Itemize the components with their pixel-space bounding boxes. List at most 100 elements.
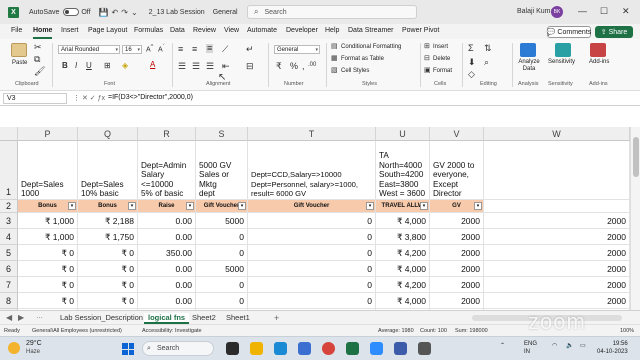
maximize-icon[interactable]: ☐ (600, 6, 608, 17)
table-cell[interactable]: ₹ 4,200 (376, 277, 430, 293)
zoom-level[interactable]: 100% (620, 328, 634, 334)
analyze-data-icon[interactable] (520, 43, 536, 57)
table-cell[interactable]: 2000 (484, 277, 630, 293)
delete-cells-button[interactable]: Delete (433, 56, 450, 62)
sheet-tab-logical-fns[interactable]: logical fns (144, 313, 190, 324)
table-cell[interactable]: ₹ 4,000 (376, 293, 430, 309)
tab-automate[interactable]: Automate (247, 27, 277, 34)
column-header-v[interactable]: V (430, 127, 484, 141)
paste-icon[interactable] (11, 43, 27, 57)
row-header-4[interactable]: 4 (0, 229, 18, 245)
table-cell[interactable]: 0.00 (138, 261, 196, 277)
app-icon[interactable] (418, 342, 431, 355)
description-cell-p1[interactable]: Dept=Sales 1000 (18, 141, 78, 200)
table-cell[interactable]: 2000 (484, 229, 630, 245)
search-input[interactable]: ⌕ Search (247, 5, 417, 19)
filter-dropdown-icon[interactable]: ▾ (238, 202, 246, 210)
merge-center-icon[interactable]: ⊟ (246, 62, 254, 71)
tab-file[interactable]: File (11, 27, 22, 34)
cell-styles-button[interactable]: Cell Styles (341, 68, 369, 74)
table-cell[interactable]: ₹ 0 (78, 245, 138, 261)
store-icon[interactable] (298, 342, 311, 355)
column-header-r[interactable]: R (138, 127, 196, 141)
wrap-text-icon[interactable]: ↵ (246, 45, 254, 54)
table-cell[interactable]: 0 (248, 277, 376, 293)
table-cell[interactable]: ₹ 0 (18, 245, 78, 261)
filter-dropdown-icon[interactable]: ▾ (474, 202, 482, 210)
minimize-icon[interactable]: — (578, 6, 587, 16)
table-cell[interactable]: 0.00 (138, 293, 196, 309)
align-bottom-icon[interactable]: ≡ (206, 44, 214, 53)
decimal-icon[interactable]: .00 (308, 62, 316, 68)
table-cell[interactable]: ₹ 4,000 (376, 261, 430, 277)
table-cell[interactable]: 0.00 (138, 277, 196, 293)
description-cell-s1[interactable]: 5000 GV Sales or Mktg dept (196, 141, 248, 200)
copy-icon[interactable]: ⧉ (34, 55, 40, 64)
table-cell[interactable]: ₹ 0 (18, 293, 78, 309)
column-header-s[interactable]: S (196, 127, 248, 141)
clear-icon[interactable]: ◇ (468, 70, 475, 79)
table-cell[interactable]: 350.00 (138, 245, 196, 261)
tab-insert[interactable]: Insert (61, 27, 79, 34)
row-header-2[interactable]: 2 (0, 200, 18, 213)
vertical-scrollbar[interactable] (630, 127, 640, 310)
font-color-icon[interactable]: A (150, 61, 155, 69)
table-cell[interactable]: ₹ 1,750 (78, 229, 138, 245)
sort-filter-icon[interactable]: ⇅ (484, 44, 492, 53)
weather-icon[interactable] (8, 342, 20, 354)
table-header-r[interactable]: Raise ▾ (138, 200, 196, 213)
table-cell[interactable]: 2000 (430, 213, 484, 229)
row-header-3[interactable]: 3 (0, 213, 18, 229)
tab-home[interactable]: Home (33, 27, 53, 39)
description-cell-v1[interactable]: GV 2000 to everyone, Except Director (430, 141, 484, 200)
font-name-dropdown[interactable]: Arial Rounded ▾ (58, 45, 120, 54)
wifi-icon[interactable]: ◠ (552, 342, 557, 349)
table-header-s[interactable]: Gift Voucher ▾ (196, 200, 248, 213)
table-cell[interactable]: ₹ 0 (78, 293, 138, 309)
comments-button[interactable]: 💬 Comments (547, 26, 591, 38)
formula-input[interactable]: =IF(D3<>"Director",2000,0) (108, 94, 193, 101)
align-left-icon[interactable]: ☰ (178, 62, 186, 71)
scrollbar-thumb[interactable] (633, 137, 639, 177)
table-cell[interactable]: ₹ 4,000 (376, 213, 430, 229)
status-sensitivity[interactable]: General\All Employees (unrestricted) (32, 328, 122, 334)
table-cell[interactable]: 5000 (196, 213, 248, 229)
temperature[interactable]: 29°C (26, 340, 42, 347)
table-cell[interactable]: ₹ 0 (18, 261, 78, 277)
description-cell-r1[interactable]: Dept=Admin Salary <=10000 5% of basic (138, 141, 196, 200)
filter-dropdown-icon[interactable]: ▾ (420, 202, 428, 210)
tab-data[interactable]: Data (170, 27, 185, 34)
sheet-next-icon[interactable]: ▶ (18, 313, 24, 322)
sheet-tab-sheet1[interactable]: Sheet1 (226, 313, 250, 322)
tab-page-layout[interactable]: Page Layout (88, 27, 127, 34)
table-cell[interactable]: 2000 (430, 277, 484, 293)
file-explorer-icon[interactable] (250, 342, 263, 355)
table-cell[interactable]: 0 (196, 229, 248, 245)
table-cell[interactable]: 0 (248, 261, 376, 277)
quick-access-icons[interactable]: 💾↶↷⌄ (99, 8, 141, 17)
add-sheet-icon[interactable]: + (274, 313, 279, 323)
borders-icon[interactable]: ⊞ (104, 62, 111, 70)
tab-formulas[interactable]: Formulas (134, 27, 163, 34)
align-middle-icon[interactable]: ≡ (192, 45, 197, 54)
table-cell[interactable]: 0 (248, 213, 376, 229)
task-view-icon[interactable] (226, 342, 239, 355)
increase-font-icon[interactable]: A^ (146, 44, 153, 53)
comma-style-icon[interactable]: , (302, 62, 305, 71)
row-header-8[interactable]: 8 (0, 293, 18, 309)
description-cell-t1[interactable]: Dept=CCD,Salary=>10000 Dept=Personnel, sa… (248, 141, 376, 200)
underline-icon[interactable]: U (86, 62, 92, 70)
filter-dropdown-icon[interactable]: ▾ (128, 202, 136, 210)
table-cell[interactable]: 0 (248, 245, 376, 261)
clock[interactable]: 19:56 04-10-2023 (597, 340, 628, 356)
avatar[interactable]: BK (551, 6, 563, 18)
bold-icon[interactable]: B (62, 62, 68, 70)
sensitivity-button-label[interactable]: Sensitivity (548, 59, 575, 65)
number-format-dropdown[interactable]: General ▾ (274, 45, 320, 54)
table-cell[interactable]: 0 (248, 293, 376, 309)
table-cell[interactable]: 0.00 (138, 229, 196, 245)
tab-power-pivot[interactable]: Power Pivot (402, 27, 439, 34)
formula-icons[interactable]: ⋮ ✕ ✓ ƒx (73, 94, 105, 102)
table-cell[interactable]: 0 (196, 245, 248, 261)
orientation-icon[interactable]: ⟋ (222, 45, 228, 54)
